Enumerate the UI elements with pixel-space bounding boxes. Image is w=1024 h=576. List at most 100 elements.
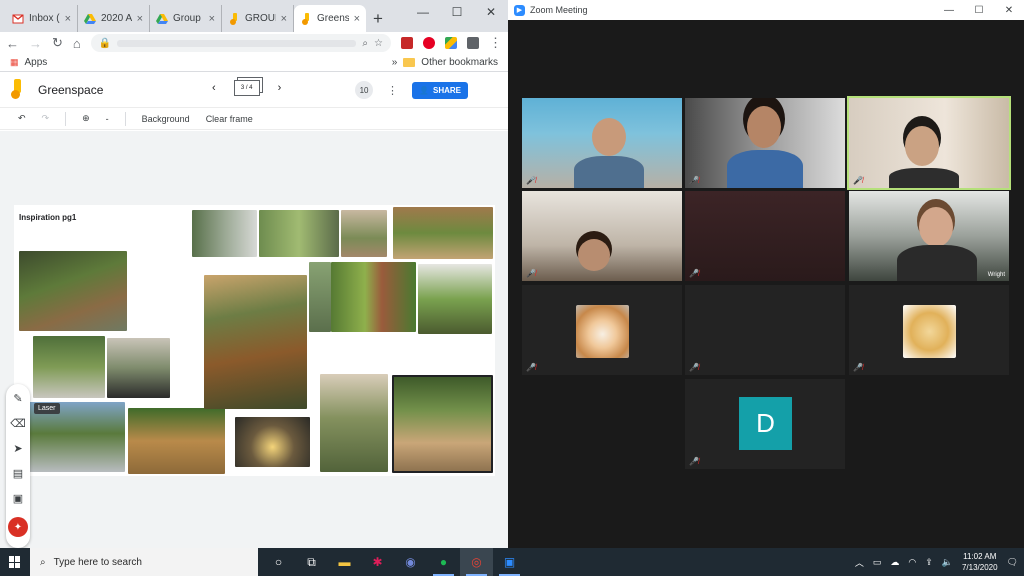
notifications-icon[interactable]: 🗨	[1007, 557, 1018, 568]
background-button[interactable]: Background	[142, 114, 190, 124]
clear-frame-button[interactable]: Clear frame	[206, 114, 253, 124]
image-icon[interactable]: ▣	[13, 492, 23, 505]
tab-group[interactable]: Group ×	[150, 5, 222, 32]
video-tile[interactable]: 🎤̸	[849, 285, 1009, 375]
close-icon[interactable]: ×	[354, 13, 360, 25]
maximize-icon[interactable]: ☐	[440, 0, 474, 24]
acrobat-icon[interactable]	[401, 37, 413, 49]
apps-grid-icon[interactable]: ▦	[10, 57, 19, 68]
image-black-planter[interactable]	[107, 338, 170, 398]
close-icon[interactable]: ×	[137, 13, 143, 25]
menu-kebab-icon[interactable]: ⋮	[489, 35, 502, 51]
shiba-avatar-image	[576, 305, 629, 358]
muted-mic-icon: 🎤̸	[689, 176, 699, 185]
pen-icon[interactable]: ✎	[13, 392, 22, 405]
upload-cloud-icon[interactable]: ⇪	[925, 557, 933, 568]
taskbar-search[interactable]: ⌕ Type here to search	[30, 548, 258, 576]
puzzle-icon[interactable]	[467, 37, 479, 49]
volume-icon[interactable]: 🔈	[942, 557, 953, 568]
close-icon[interactable]: ×	[281, 13, 287, 25]
tab-label: Greens	[317, 13, 349, 24]
tab-group-jam[interactable]: GROUP ×	[222, 5, 294, 32]
forward-icon[interactable]: →	[29, 36, 42, 51]
reload-icon[interactable]: ↻	[52, 35, 63, 51]
video-tile[interactable]: 🎤̸	[522, 191, 682, 281]
video-tile[interactable]: 🎤̸	[685, 191, 845, 281]
image-vertical-wall-3[interactable]	[341, 210, 387, 257]
image-curved-bench[interactable]	[392, 375, 493, 473]
tab-2020[interactable]: 2020 AC ×	[78, 5, 150, 32]
image-chair-wall[interactable]	[309, 262, 331, 332]
bookmark-star-icon[interactable]: ☆	[374, 38, 383, 49]
network-icon[interactable]: ◠	[908, 557, 916, 568]
redo-icon[interactable]: ↷	[42, 113, 50, 124]
image-tiered-garden[interactable]	[204, 275, 307, 409]
undo-icon[interactable]: ↶	[18, 113, 26, 124]
home-icon[interactable]: ⌂	[73, 36, 81, 51]
eraser-icon[interactable]: ⌫	[10, 417, 26, 430]
tab-inbox[interactable]: Inbox (2 ×	[6, 5, 78, 32]
zoom-dropdown[interactable]: -	[106, 114, 109, 124]
close-icon[interactable]: ×	[65, 13, 71, 25]
battery-icon[interactable]: ▭	[873, 557, 882, 568]
video-tile[interactable]: 🎤̸	[522, 98, 682, 188]
file-explorer-icon[interactable]: ▬	[328, 548, 361, 576]
chrome-icon[interactable]: ◎	[460, 548, 493, 576]
video-tile[interactable]: 🎤̸	[685, 98, 845, 188]
zoom-magnifier-icon[interactable]: ⌕	[362, 38, 368, 49]
sticky-note-icon[interactable]: ▤	[13, 467, 23, 480]
task-view-icon[interactable]: ⧉	[295, 548, 328, 576]
video-tile[interactable]: 🎤̸	[522, 285, 682, 375]
close-window-icon[interactable]: ✕	[994, 0, 1024, 20]
laser-icon[interactable]: ✦	[8, 517, 28, 537]
select-arrow-icon[interactable]: ➤	[13, 442, 22, 455]
image-raised-bed-fence[interactable]	[19, 251, 127, 331]
chevron-up-icon[interactable]: ︿	[855, 556, 864, 569]
video-tile-active-speaker[interactable]: 🎤̸	[847, 96, 1011, 190]
frame-bar-button[interactable]: 3 / 4	[233, 80, 260, 96]
zoom-icon[interactable]: ⊕	[82, 113, 90, 124]
share-button[interactable]: 👤 SHARE	[412, 81, 468, 99]
new-tab-button[interactable]: +	[366, 9, 390, 29]
image-wood-tall-planter[interactable]	[128, 408, 225, 474]
image-green-wall-brick[interactable]	[331, 262, 416, 332]
participant-name: Wright	[987, 272, 1005, 278]
image-pocket-planters[interactable]	[418, 264, 492, 334]
clock[interactable]: 11:02 AM 7/13/2020	[962, 551, 998, 573]
frame-board[interactable]: Inspiration pg1	[14, 205, 495, 476]
video-tile[interactable]: 🎤̸	[685, 285, 845, 375]
prev-frame-icon[interactable]: ‹	[212, 82, 216, 94]
cortana-icon[interactable]: ○	[262, 548, 295, 576]
address-bar[interactable]: 🔒 ⌕ ☆	[90, 34, 391, 52]
jam-title[interactable]: Greenspace	[38, 83, 103, 97]
collaborator-count[interactable]: 10	[355, 81, 374, 99]
slack-icon[interactable]: ✱	[361, 548, 394, 576]
image-fire-lights[interactable]	[235, 417, 310, 467]
video-tile[interactable]: Wright	[849, 191, 1009, 281]
more-options-icon[interactable]: ⋮	[387, 84, 398, 97]
image-courtyard[interactable]	[320, 374, 388, 472]
image-stone-planter[interactable]	[33, 336, 105, 398]
image-vertical-wall-2[interactable]	[259, 210, 339, 257]
minimize-icon[interactable]: —	[406, 0, 440, 24]
close-icon[interactable]: ×	[209, 13, 215, 25]
minimize-icon[interactable]: —	[934, 0, 964, 20]
image-patio[interactable]	[393, 207, 493, 259]
discord-icon[interactable]: ◉	[394, 548, 427, 576]
video-tile[interactable]: D 🎤̸	[685, 379, 845, 469]
back-icon[interactable]: ←	[6, 36, 19, 51]
bookmarks-overflow[interactable]: »	[392, 57, 398, 68]
apps-link[interactable]: Apps	[25, 57, 48, 68]
start-button[interactable]	[0, 548, 30, 576]
zoom-app-icon[interactable]: ▣	[493, 548, 526, 576]
tab-greenspace[interactable]: Greens ×	[294, 5, 366, 32]
close-window-icon[interactable]: ✕	[474, 0, 508, 24]
other-bookmarks[interactable]: Other bookmarks	[421, 57, 498, 68]
image-vertical-wall-1[interactable]	[192, 210, 257, 257]
next-frame-icon[interactable]: ›	[278, 82, 282, 94]
maximize-icon[interactable]: ☐	[964, 0, 994, 20]
spotify-icon[interactable]: ●	[427, 548, 460, 576]
drive-extension-icon[interactable]	[445, 37, 457, 49]
onedrive-icon[interactable]: ☁	[890, 557, 899, 568]
pinterest-icon[interactable]	[423, 37, 435, 49]
